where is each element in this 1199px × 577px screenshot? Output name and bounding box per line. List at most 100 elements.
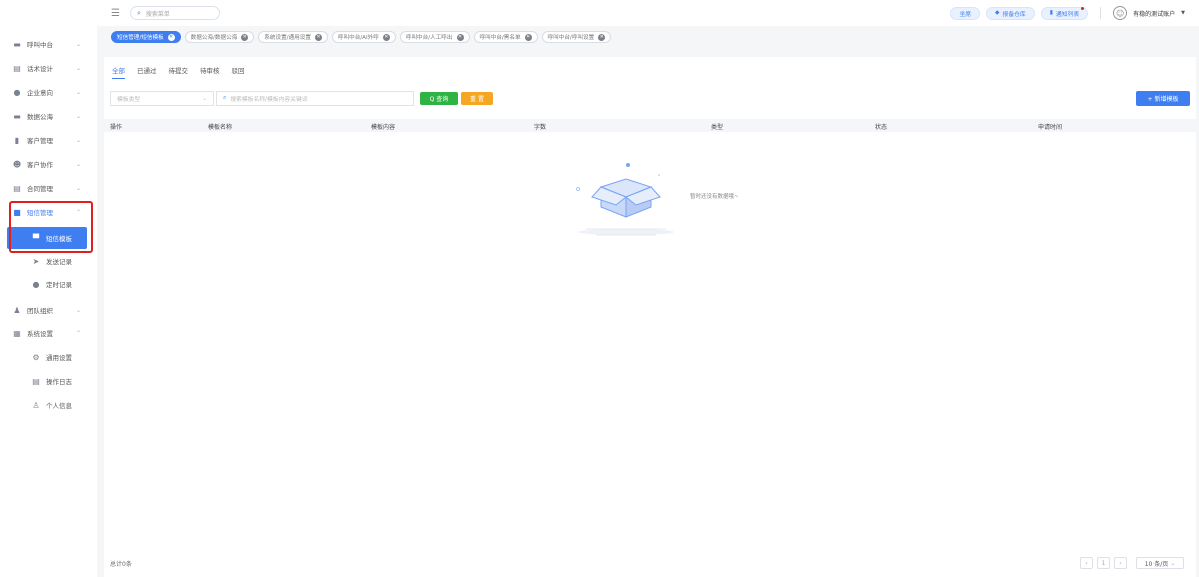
tag-label: 短信管理/短信模板 <box>117 35 164 41</box>
sidebar: ▬ 呼叫中台 ⌄ ▤ 话术设计 ⌄ ● 企业意向 ⌄ ▬ 数据公海 ⌄ ▮ 客户… <box>0 0 97 577</box>
sidebar-item-sms-template[interactable]: ▀ 短信模板 <box>7 227 87 249</box>
sidebar-item-contract[interactable]: ▤ 合同管理 ⌄ <box>0 177 97 199</box>
next-page-button[interactable]: › <box>1114 557 1127 569</box>
column-header-template-content: 模板内容 <box>371 124 396 131</box>
close-icon[interactable]: ✕ <box>241 33 249 41</box>
account-name[interactable]: 有稳的测试账户 <box>1133 9 1175 18</box>
top-bar: ☰ ⌕ 搜索菜单 坐席 ◆ 报备仓库 ▮ 通知列表 ☺ 有稳的测试账户 ▼ <box>97 0 1199 26</box>
sidebar-item-label: 系统设置 <box>27 330 53 338</box>
tab-rejected[interactable]: 驳回 <box>232 65 245 79</box>
visited-tab-ai-call[interactable]: 呼叫中台/AI外呼 ✕ <box>331 31 396 43</box>
warehouse-icon: ◆ <box>995 10 1000 16</box>
avatar[interactable]: ☺ <box>1113 6 1128 20</box>
main-panel: 全部 已通过 待提交 待审核 驳回 模板类型 ⌄ ⌕ 搜索模板名称/模板内容关键… <box>104 57 1196 577</box>
seat-button[interactable]: 坐席 <box>950 6 981 20</box>
template-type-placeholder: 模板类型 <box>117 97 141 103</box>
tab-to-submit[interactable]: 待提交 <box>169 65 189 79</box>
add-template-button[interactable]: + 新增模板 <box>1136 91 1190 106</box>
seat-label: 坐席 <box>959 11 972 18</box>
sidebar-item-scheduled-records[interactable]: ● 定时记录 <box>0 273 97 295</box>
sidebar-item-team[interactable]: ♟ 团队组织 ⌄ <box>0 299 97 321</box>
sidebar-item-script-design[interactable]: ▤ 话术设计 ⌄ <box>0 57 97 79</box>
column-header-type: 类型 <box>711 124 724 131</box>
page-number[interactable]: 1 <box>1097 557 1110 569</box>
prev-page-button[interactable]: ‹ <box>1080 557 1093 569</box>
chevron-down-icon: ⌄ <box>75 112 81 120</box>
tag-label: 呼叫中台/呼叫设置 <box>547 35 595 41</box>
reset-button[interactable]: 重 置 <box>461 92 493 105</box>
search-icon: ⌕ <box>223 95 227 101</box>
sidebar-item-customer-management[interactable]: ▮ 客户管理 ⌄ <box>0 129 97 151</box>
log-icon: ▤ <box>32 376 40 386</box>
template-search-input[interactable]: ⌕ 搜索模板名称/模板内容关键词 <box>216 91 414 106</box>
notification-label: 通知列表 <box>1055 11 1080 18</box>
chat-icon: ▀ <box>32 233 40 243</box>
sidebar-item-personal-info[interactable]: ♙ 个人信息 <box>0 394 97 416</box>
sidebar-item-enterprise-intent[interactable]: ● 企业意向 ⌄ <box>0 81 97 103</box>
page-size-select[interactable]: 10 条/页 ⌄ <box>1136 557 1184 569</box>
report-warehouse-button[interactable]: ◆ 报备仓库 <box>986 6 1035 20</box>
close-icon[interactable]: ✕ <box>456 33 464 41</box>
message-icon: ■ <box>13 207 21 217</box>
sidebar-item-send-records[interactable]: ➤ 发送记录 <box>0 250 97 272</box>
visited-tab-blacklist[interactable]: 呼叫中台/黑名单 ✕ <box>473 31 538 43</box>
template-search-placeholder: 搜索模板名称/模板内容关键词 <box>230 97 308 103</box>
menu-search-input[interactable]: ⌕ 搜索菜单 <box>129 6 220 20</box>
tab-all[interactable]: 全部 <box>112 65 125 79</box>
sidebar-item-customer-collab[interactable]: ☻ 客户协作 ⌄ <box>0 153 97 175</box>
chevron-right-icon: › <box>1119 559 1122 567</box>
tag-label: 系统设置/通用设置 <box>264 35 311 41</box>
close-icon[interactable]: ✕ <box>167 33 175 41</box>
chevron-down-icon: ⌄ <box>75 160 81 168</box>
sidebar-item-operation-log[interactable]: ▤ 操作日志 <box>0 370 97 392</box>
tab-approved[interactable]: 已通过 <box>137 65 157 79</box>
sidebar-item-system-settings[interactable]: ▦ 系统设置 ⌃ <box>0 322 97 344</box>
sidebar-item-label: 数据公海 <box>27 113 53 121</box>
database-icon: ▬ <box>13 111 21 121</box>
sidebar-item-label: 客户管理 <box>27 137 53 145</box>
sidebar-item-label: 合同管理 <box>27 185 53 193</box>
tag-label: 呼叫中台/黑名单 <box>479 35 521 41</box>
bell-icon: ▮ <box>1049 10 1053 16</box>
close-icon[interactable]: ✕ <box>598 33 606 41</box>
column-header-status: 状态 <box>875 124 888 131</box>
tab-pending-review[interactable]: 待审核 <box>200 65 220 79</box>
user-icon: ♙ <box>32 400 40 410</box>
sidebar-item-sms[interactable]: ■ 短信管理 ⌃ <box>0 201 97 223</box>
template-type-select[interactable]: 模板类型 ⌄ <box>110 91 214 106</box>
chevron-down-icon: ⌄ <box>1170 559 1176 567</box>
chevron-down-icon: ⌄ <box>202 95 207 102</box>
team-icon: ♟ <box>13 305 21 315</box>
chevron-up-icon: ⌃ <box>75 208 81 216</box>
pin-icon: ● <box>13 87 21 97</box>
column-header-template-name: 模板名称 <box>208 124 233 131</box>
sidebar-item-call-center[interactable]: ▬ 呼叫中台 ⌄ <box>0 33 97 55</box>
sidebar-item-label: 通用设置 <box>46 354 72 362</box>
tag-label: 呼叫中台/人工呼出 <box>405 35 453 41</box>
chevron-down-icon: ⌄ <box>75 184 81 192</box>
chevron-down-icon: ⌄ <box>75 306 81 314</box>
close-icon[interactable]: ✕ <box>524 33 532 41</box>
visited-tab-manual-call[interactable]: 呼叫中台/人工呼出 ✕ <box>399 31 470 43</box>
sidebar-item-general-settings[interactable]: ⚙ 通用设置 <box>0 346 97 368</box>
close-icon[interactable]: ✕ <box>314 33 322 41</box>
sidebar-item-label: 个人信息 <box>46 402 72 410</box>
caret-down-icon[interactable]: ▼ <box>1181 10 1185 16</box>
chevron-down-icon: ⌄ <box>75 40 81 48</box>
menu-toggle-icon[interactable]: ☰ <box>111 8 120 19</box>
query-button[interactable]: Q 查询 <box>420 92 458 105</box>
notification-list-button[interactable]: ▮ 通知列表 <box>1040 6 1089 20</box>
sidebar-item-label: 发送记录 <box>46 258 72 266</box>
visited-tab-sms-template[interactable]: 短信管理/短信模板 ✕ <box>111 31 181 43</box>
sidebar-item-label: 短信模板 <box>46 235 72 243</box>
close-icon[interactable]: ✕ <box>382 33 390 41</box>
visited-tab-call-settings[interactable]: 呼叫中台/呼叫设置 ✕ <box>541 31 612 43</box>
table-header: 操作 模板名称 模板内容 字数 类型 状态 申请时间 <box>104 119 1196 132</box>
monitor-icon: ▬ <box>13 39 21 49</box>
visited-tab-data-sea[interactable]: 数据公海/数据公海 ✕ <box>184 31 255 43</box>
sidebar-item-data-sea[interactable]: ▬ 数据公海 ⌄ <box>0 105 97 127</box>
sidebar-item-label: 团队组织 <box>27 307 53 315</box>
clock-icon: ● <box>32 279 40 289</box>
smile-icon: ☻ <box>12 159 22 169</box>
visited-tab-general-settings[interactable]: 系统设置/通用设置 ✕ <box>258 31 328 43</box>
